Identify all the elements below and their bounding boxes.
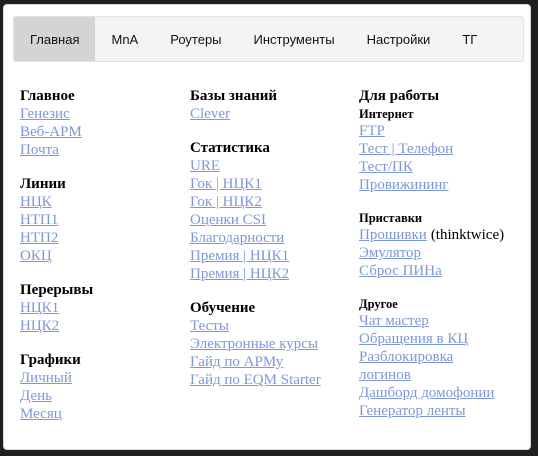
link-tests[interactable]: Тесты [190, 317, 321, 335]
tab-tg[interactable]: ТГ [446, 17, 493, 61]
group-knowledge: Базы знаний Clever [190, 87, 321, 123]
link-provisioning[interactable]: Провижининг [359, 176, 504, 194]
link-unblock[interactable]: Разблокировка [359, 348, 504, 366]
link-personal[interactable]: Личный [20, 369, 93, 387]
group-heading: Графики [20, 352, 81, 368]
group-internet: Интернет FTP Тест | Телефон Тест/ПК Пров… [359, 106, 504, 194]
tab-routers[interactable]: Роутеры [154, 17, 237, 61]
link-emulator[interactable]: Эмулятор [359, 244, 504, 262]
link-intercom-dashboard[interactable]: Дашборд домофонии [359, 384, 504, 402]
link-ntp2[interactable]: НТП2 [20, 229, 93, 247]
tab-bar: Главная MnA Роутеры Инструменты Настройк… [13, 16, 524, 62]
group-lines: Линии НЦК НТП1 НТП2 ОКЦ [20, 175, 93, 265]
link-firmware[interactable]: Прошивки [359, 227, 427, 243]
link-breaks-nck2[interactable]: НЦК2 [20, 317, 93, 335]
link-genesis[interactable]: Генезис [20, 105, 93, 123]
firmware-line: Прошивки (thinktwice) [359, 226, 504, 244]
link-clever[interactable]: Clever [190, 105, 321, 123]
group-schedules: Графики Личный День Месяц [20, 351, 93, 423]
link-month[interactable]: Месяц [20, 405, 93, 423]
tab-main[interactable]: Главная [14, 17, 96, 61]
firmware-note: (thinktwice) [430, 227, 505, 243]
group-heading: Перерывы [20, 282, 94, 298]
link-chat-master[interactable]: Чат мастер [359, 312, 504, 330]
link-gok-nck1[interactable]: Гок | НЦК1 [190, 175, 321, 193]
group-training: Обучение Тесты Электронные курсы Гайд по… [190, 299, 321, 389]
group-heading: Статистика [190, 140, 270, 156]
tab-settings[interactable]: Настройки [351, 17, 447, 61]
link-ure[interactable]: URE [190, 157, 321, 175]
group-statistics: Статистика URE Гок | НЦК1 Гок | НЦК2 Оце… [190, 139, 321, 283]
group-heading: Обучение [190, 300, 256, 316]
link-test-phone[interactable]: Тест | Телефон [359, 140, 504, 158]
group-heading: Линии [20, 176, 66, 192]
tab-tools[interactable]: Инструменты [238, 17, 351, 61]
link-okc[interactable]: ОКЦ [20, 247, 93, 265]
column-3: Для работы Интернет FTP Тест | Телефон Т… [359, 87, 504, 436]
link-courses[interactable]: Электронные курсы [190, 335, 321, 353]
link-test-pc[interactable]: Тест/ПК [359, 158, 504, 176]
column-1: Главное Генезис Веб-АРМ Почта Линии НЦК … [20, 87, 93, 439]
link-breaks-nck1[interactable]: НЦК1 [20, 299, 93, 317]
group-heading: Базы знаний [190, 88, 278, 104]
group-settop: Приставки Прошивки (thinktwice) Эмулятор… [359, 210, 504, 280]
group-heading: Главное [20, 88, 75, 104]
group-other: Другое Чат мастер Обращения в КЦ Разблок… [359, 296, 504, 420]
link-nck[interactable]: НЦК [20, 193, 93, 211]
tab-mna[interactable]: MnA [95, 17, 154, 61]
link-feed-generator[interactable]: Генератор ленты [359, 402, 504, 420]
link-csi[interactable]: Оценки CSI [190, 211, 321, 229]
link-bonus-nck1[interactable]: Премия | НЦК1 [190, 247, 321, 265]
group-main: Главное Генезис Веб-АРМ Почта [20, 87, 93, 159]
subgroup-heading: Интернет [359, 107, 414, 121]
subgroup-heading: Другое [359, 297, 398, 311]
link-ftp[interactable]: FTP [359, 122, 504, 140]
link-day[interactable]: День [20, 387, 93, 405]
link-unblock-logins[interactable]: логинов [359, 366, 504, 384]
link-ntp1[interactable]: НТП1 [20, 211, 93, 229]
menu-panel: Главная MnA Роутеры Инструменты Настройк… [3, 4, 531, 450]
link-thanks[interactable]: Благодарности [190, 229, 321, 247]
link-pin-reset[interactable]: Сброс ПИНа [359, 262, 504, 280]
link-guide-arm[interactable]: Гайд по АРМу [190, 353, 321, 371]
link-bonus-nck2[interactable]: Премия | НЦК2 [190, 265, 321, 283]
column-2: Базы знаний Clever Статистика URE Гок | … [190, 87, 321, 405]
group-heading: Для работы [359, 88, 440, 104]
group-breaks: Перерывы НЦК1 НЦК2 [20, 281, 93, 335]
link-web-arm[interactable]: Веб-АРМ [20, 123, 93, 141]
link-guide-eqm[interactable]: Гайд по EQM Starter [190, 371, 321, 389]
link-mail[interactable]: Почта [20, 141, 93, 159]
link-gok-nck2[interactable]: Гок | НЦК2 [190, 193, 321, 211]
link-kc-requests[interactable]: Обращения в КЦ [359, 330, 504, 348]
subgroup-heading: Приставки [359, 211, 423, 225]
